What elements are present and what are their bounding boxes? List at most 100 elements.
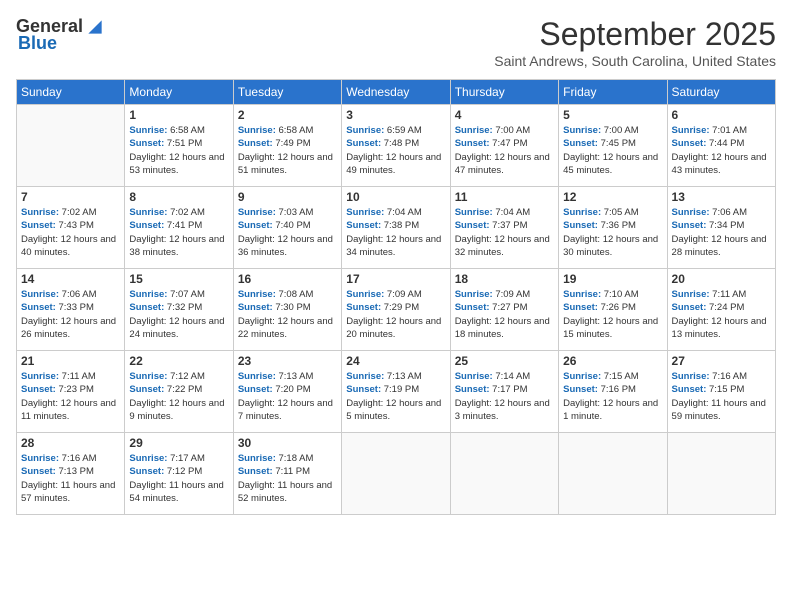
- day-number: 19: [563, 272, 662, 286]
- logo-icon: [85, 17, 105, 37]
- day-info: Sunrise: 7:04 AMSunset: 7:37 PMDaylight:…: [455, 206, 554, 259]
- calendar-cell: 10 Sunrise: 7:04 AMSunset: 7:38 PMDayligh…: [342, 187, 450, 269]
- logo: General Blue: [16, 16, 105, 54]
- calendar-cell: 29Sunrise: 7:17 AMSunset: 7:12 PMDayligh…: [125, 433, 233, 515]
- day-number: 2: [238, 108, 337, 122]
- day-number: 14: [21, 272, 120, 286]
- day-info: Sunrise: 6:58 AMSunset: 7:49 PMDaylight:…: [238, 124, 337, 177]
- calendar-cell: [667, 433, 775, 515]
- month-title: September 2025: [494, 16, 776, 53]
- day-info: Sunrise: 7:09 AMSunset: 7:29 PMDaylight:…: [346, 288, 445, 341]
- calendar-cell: 12 Sunrise: 7:05 AMSunset: 7:36 PMDayligh…: [559, 187, 667, 269]
- day-info: Sunrise: 7:00 AMSunset: 7:45 PMDaylight:…: [563, 124, 662, 177]
- day-info: Sunrise: 7:11 AMSunset: 7:24 PMDaylight:…: [672, 288, 771, 341]
- day-header-sunday: Sunday: [17, 80, 125, 105]
- day-number: 30: [238, 436, 337, 450]
- day-number: 20: [672, 272, 771, 286]
- calendar-cell: 11 Sunrise: 7:04 AMSunset: 7:37 PMDayligh…: [450, 187, 558, 269]
- calendar-week-5: 28Sunrise: 7:16 AMSunset: 7:13 PMDayligh…: [17, 433, 776, 515]
- day-info: Sunrise: 7:02 AMSunset: 7:43 PMDaylight:…: [21, 206, 120, 259]
- day-info: Sunrise: 7:00 AMSunset: 7:47 PMDaylight:…: [455, 124, 554, 177]
- calendar-header-row: SundayMondayTuesdayWednesdayThursdayFrid…: [17, 80, 776, 105]
- header: General Blue September 2025 Saint Andrew…: [16, 16, 776, 69]
- day-number: 6: [672, 108, 771, 122]
- calendar-cell: [17, 105, 125, 187]
- day-header-thursday: Thursday: [450, 80, 558, 105]
- day-info: Sunrise: 7:12 AMSunset: 7:22 PMDaylight:…: [129, 370, 228, 423]
- day-number: 9: [238, 190, 337, 204]
- day-info: Sunrise: 7:06 AMSunset: 7:34 PMDaylight:…: [672, 206, 771, 259]
- calendar-cell: 19 Sunrise: 7:10 AMSunset: 7:26 PMDayligh…: [559, 269, 667, 351]
- day-number: 8: [129, 190, 228, 204]
- day-info: Sunrise: 7:11 AMSunset: 7:23 PMDaylight:…: [21, 370, 120, 423]
- day-number: 4: [455, 108, 554, 122]
- day-info: Sunrise: 7:04 AMSunset: 7:38 PMDaylight:…: [346, 206, 445, 259]
- day-header-wednesday: Wednesday: [342, 80, 450, 105]
- day-info: Sunrise: 7:13 AMSunset: 7:19 PMDaylight:…: [346, 370, 445, 423]
- day-number: 17: [346, 272, 445, 286]
- calendar-cell: 4 Sunrise: 7:00 AMSunset: 7:47 PMDaylight…: [450, 105, 558, 187]
- day-info: Sunrise: 7:17 AMSunset: 7:12 PMDaylight:…: [129, 452, 228, 505]
- calendar-week-3: 14 Sunrise: 7:06 AMSunset: 7:33 PMDayligh…: [17, 269, 776, 351]
- day-number: 18: [455, 272, 554, 286]
- calendar-cell: [342, 433, 450, 515]
- calendar-cell: 2 Sunrise: 6:58 AMSunset: 7:49 PMDaylight…: [233, 105, 341, 187]
- title-block: September 2025 Saint Andrews, South Caro…: [494, 16, 776, 69]
- day-number: 11: [455, 190, 554, 204]
- calendar-cell: 24Sunrise: 7:13 AMSunset: 7:19 PMDayligh…: [342, 351, 450, 433]
- calendar-cell: 6 Sunrise: 7:01 AMSunset: 7:44 PMDaylight…: [667, 105, 775, 187]
- calendar-cell: [450, 433, 558, 515]
- day-info: Sunrise: 7:13 AMSunset: 7:20 PMDaylight:…: [238, 370, 337, 423]
- calendar-cell: 17 Sunrise: 7:09 AMSunset: 7:29 PMDayligh…: [342, 269, 450, 351]
- calendar-cell: 22Sunrise: 7:12 AMSunset: 7:22 PMDayligh…: [125, 351, 233, 433]
- logo-blue-text: Blue: [18, 33, 57, 53]
- calendar-cell: 15 Sunrise: 7:07 AMSunset: 7:32 PMDayligh…: [125, 269, 233, 351]
- calendar-cell: 14 Sunrise: 7:06 AMSunset: 7:33 PMDayligh…: [17, 269, 125, 351]
- calendar-cell: 26 Sunrise: 7:15 AMSunset: 7:16 PMDayligh…: [559, 351, 667, 433]
- page: General Blue September 2025 Saint Andrew…: [0, 0, 792, 612]
- day-info: Sunrise: 7:15 AMSunset: 7:16 PMDaylight:…: [563, 370, 662, 423]
- day-header-monday: Monday: [125, 80, 233, 105]
- calendar-cell: 20 Sunrise: 7:11 AMSunset: 7:24 PMDayligh…: [667, 269, 775, 351]
- day-info: Sunrise: 7:18 AMSunset: 7:11 PMDaylight:…: [238, 452, 337, 505]
- day-number: 15: [129, 272, 228, 286]
- day-info: Sunrise: 7:07 AMSunset: 7:32 PMDaylight:…: [129, 288, 228, 341]
- day-number: 12: [563, 190, 662, 204]
- day-number: 7: [21, 190, 120, 204]
- day-info: Sunrise: 6:58 AMSunset: 7:51 PMDaylight:…: [129, 124, 228, 177]
- day-number: 3: [346, 108, 445, 122]
- calendar-week-2: 7 Sunrise: 7:02 AMSunset: 7:43 PMDaylight…: [17, 187, 776, 269]
- day-number: 5: [563, 108, 662, 122]
- day-number: 25: [455, 354, 554, 368]
- day-info: Sunrise: 7:06 AMSunset: 7:33 PMDaylight:…: [21, 288, 120, 341]
- calendar-cell: 13 Sunrise: 7:06 AMSunset: 7:34 PMDayligh…: [667, 187, 775, 269]
- calendar-cell: 27 Sunrise: 7:16 AMSunset: 7:15 PMDayligh…: [667, 351, 775, 433]
- day-info: Sunrise: 7:03 AMSunset: 7:40 PMDaylight:…: [238, 206, 337, 259]
- day-number: 27: [672, 354, 771, 368]
- calendar-cell: 30 Sunrise: 7:18 AMSunset: 7:11 PMDayligh…: [233, 433, 341, 515]
- calendar-cell: 28Sunrise: 7:16 AMSunset: 7:13 PMDayligh…: [17, 433, 125, 515]
- calendar-cell: 23 Sunrise: 7:13 AMSunset: 7:20 PMDayligh…: [233, 351, 341, 433]
- day-info: Sunrise: 7:02 AMSunset: 7:41 PMDaylight:…: [129, 206, 228, 259]
- day-number: 28: [21, 436, 120, 450]
- day-info: Sunrise: 7:05 AMSunset: 7:36 PMDaylight:…: [563, 206, 662, 259]
- day-number: 13: [672, 190, 771, 204]
- calendar-cell: [559, 433, 667, 515]
- calendar-cell: 21Sunrise: 7:11 AMSunset: 7:23 PMDayligh…: [17, 351, 125, 433]
- day-header-saturday: Saturday: [667, 80, 775, 105]
- day-number: 23: [238, 354, 337, 368]
- calendar-week-1: 1 Sunrise: 6:58 AMSunset: 7:51 PMDaylight…: [17, 105, 776, 187]
- calendar-cell: 1 Sunrise: 6:58 AMSunset: 7:51 PMDaylight…: [125, 105, 233, 187]
- day-info: Sunrise: 7:10 AMSunset: 7:26 PMDaylight:…: [563, 288, 662, 341]
- calendar-week-4: 21Sunrise: 7:11 AMSunset: 7:23 PMDayligh…: [17, 351, 776, 433]
- day-number: 10: [346, 190, 445, 204]
- calendar-table: SundayMondayTuesdayWednesdayThursdayFrid…: [16, 79, 776, 515]
- day-number: 1: [129, 108, 228, 122]
- day-info: Sunrise: 7:14 AMSunset: 7:17 PMDaylight:…: [455, 370, 554, 423]
- day-info: Sunrise: 7:09 AMSunset: 7:27 PMDaylight:…: [455, 288, 554, 341]
- day-header-tuesday: Tuesday: [233, 80, 341, 105]
- day-number: 26: [563, 354, 662, 368]
- location: Saint Andrews, South Carolina, United St…: [494, 53, 776, 69]
- day-info: Sunrise: 7:01 AMSunset: 7:44 PMDaylight:…: [672, 124, 771, 177]
- day-info: Sunrise: 7:16 AMSunset: 7:15 PMDaylight:…: [672, 370, 771, 423]
